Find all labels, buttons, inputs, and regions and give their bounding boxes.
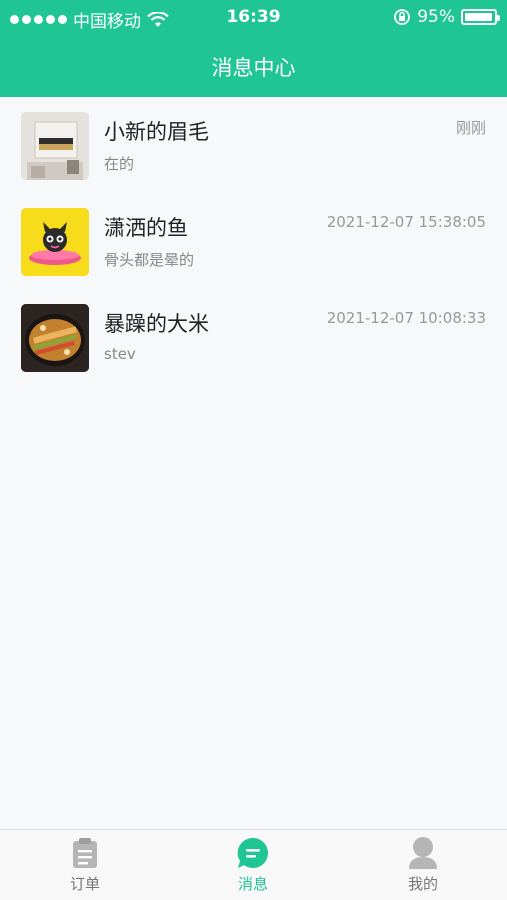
status-right: 95% (393, 7, 500, 27)
page-title: 消息中心 (211, 55, 296, 80)
tab-label: 消息 (237, 875, 268, 893)
chat-bubble-icon (237, 837, 268, 868)
avatar (21, 304, 89, 372)
message-time: 刚刚 (455, 119, 486, 137)
contact-name: 小新的眉毛 (104, 120, 209, 144)
battery-percent: 95% (417, 7, 455, 27)
tab-messages[interactable]: 消息 (203, 836, 303, 894)
message-item[interactable]: 暴躁的大米 stev 2021-12-07 10:08:33 (0, 289, 507, 385)
cartoon-cat-image (21, 208, 89, 276)
clipboard-icon (73, 838, 97, 868)
tab-bar: 订单 消息 我的 (0, 829, 507, 900)
tab-label: 我的 (407, 875, 438, 893)
battery-fill (465, 13, 492, 21)
contact-name: 潇洒的鱼 (104, 216, 188, 240)
avatar (21, 208, 89, 276)
tab-orders[interactable]: 订单 (35, 836, 135, 894)
rotation-lock-icon (394, 9, 411, 25)
message-list: 小新的眉毛 在的 刚刚 潇洒的鱼 骨头都是晕的 2021-12-07 15:38… (0, 97, 507, 385)
message-time: 2021-12-07 10:08:33 (326, 309, 486, 327)
avatar (21, 112, 89, 180)
battery-icon (461, 9, 500, 25)
message-preview: stev (104, 345, 136, 363)
message-item[interactable]: 小新的眉毛 在的 刚刚 (0, 97, 507, 193)
status-bar: 中国移动 16:39 95% (0, 0, 507, 36)
message-preview: 在的 (104, 155, 135, 173)
message-time: 2021-12-07 15:38:05 (326, 213, 486, 231)
painting-image (21, 112, 89, 180)
contact-name: 暴躁的大米 (104, 312, 209, 336)
tab-profile[interactable]: 我的 (373, 836, 473, 894)
user-icon (409, 837, 437, 869)
message-item[interactable]: 潇洒的鱼 骨头都是晕的 2021-12-07 15:38:05 (0, 193, 507, 289)
message-preview: 骨头都是晕的 (104, 251, 195, 269)
nav-bar: 消息中心 (0, 36, 507, 97)
food-dish-image (21, 304, 89, 372)
tab-label: 订单 (69, 875, 100, 893)
